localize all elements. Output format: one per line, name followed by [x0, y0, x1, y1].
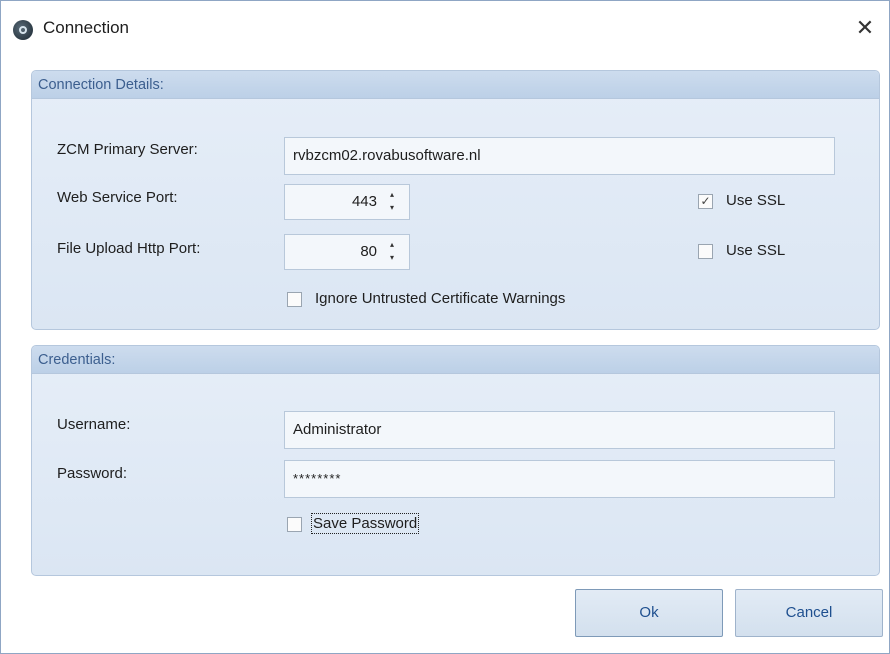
primary-server-input[interactable]: rvbzcm02.rovabusoftware.nl [284, 137, 835, 175]
spinner-buttons: ▴ ▾ [387, 190, 397, 214]
cancel-button[interactable]: Cancel [735, 589, 883, 637]
web-service-use-ssl-label: Use SSL [726, 192, 786, 209]
app-logo-icon [13, 20, 33, 40]
file-upload-port-label: File Upload Http Port: [57, 240, 201, 257]
spinner-buttons: ▴ ▾ [387, 240, 397, 264]
window-title: Connection [43, 18, 130, 37]
save-password-checkbox[interactable] [287, 517, 302, 532]
web-service-port-label: Web Service Port: [57, 189, 178, 206]
spin-down-icon[interactable]: ▾ [387, 203, 397, 213]
ok-button[interactable]: Ok [575, 589, 723, 637]
username-label: Username: [57, 416, 131, 433]
connection-details-header: Connection Details: [32, 71, 879, 99]
close-icon[interactable]: ✕ [851, 13, 879, 43]
password-label: Password: [57, 465, 128, 482]
file-upload-port-value: 80 [360, 243, 377, 260]
spin-up-icon[interactable]: ▴ [387, 190, 397, 200]
spin-up-icon[interactable]: ▴ [387, 240, 397, 250]
connection-dialog: Connection ✕ Connection Details: ZCM Pri… [0, 0, 890, 654]
web-service-port-spinner[interactable]: 443 ▴ ▾ [284, 184, 410, 220]
file-upload-use-ssl-checkbox[interactable] [698, 244, 713, 259]
primary-server-label: ZCM Primary Server: [57, 141, 198, 158]
file-upload-port-spinner[interactable]: 80 ▴ ▾ [284, 234, 410, 270]
username-input[interactable]: Administrator [284, 411, 835, 449]
ignore-cert-label: Ignore Untrusted Certificate Warnings [315, 290, 566, 307]
file-upload-use-ssl-label: Use SSL [726, 242, 786, 259]
spin-down-icon[interactable]: ▾ [387, 253, 397, 263]
password-input[interactable]: ******** [284, 460, 835, 498]
save-password-label: Save Password [310, 513, 420, 534]
credentials-header: Credentials: [32, 346, 879, 374]
web-service-port-value: 443 [351, 193, 377, 210]
web-service-use-ssl-checkbox[interactable]: ✓ [698, 194, 713, 209]
ignore-cert-checkbox[interactable] [287, 292, 302, 307]
title-bar: Connection ✕ [1, 1, 889, 57]
